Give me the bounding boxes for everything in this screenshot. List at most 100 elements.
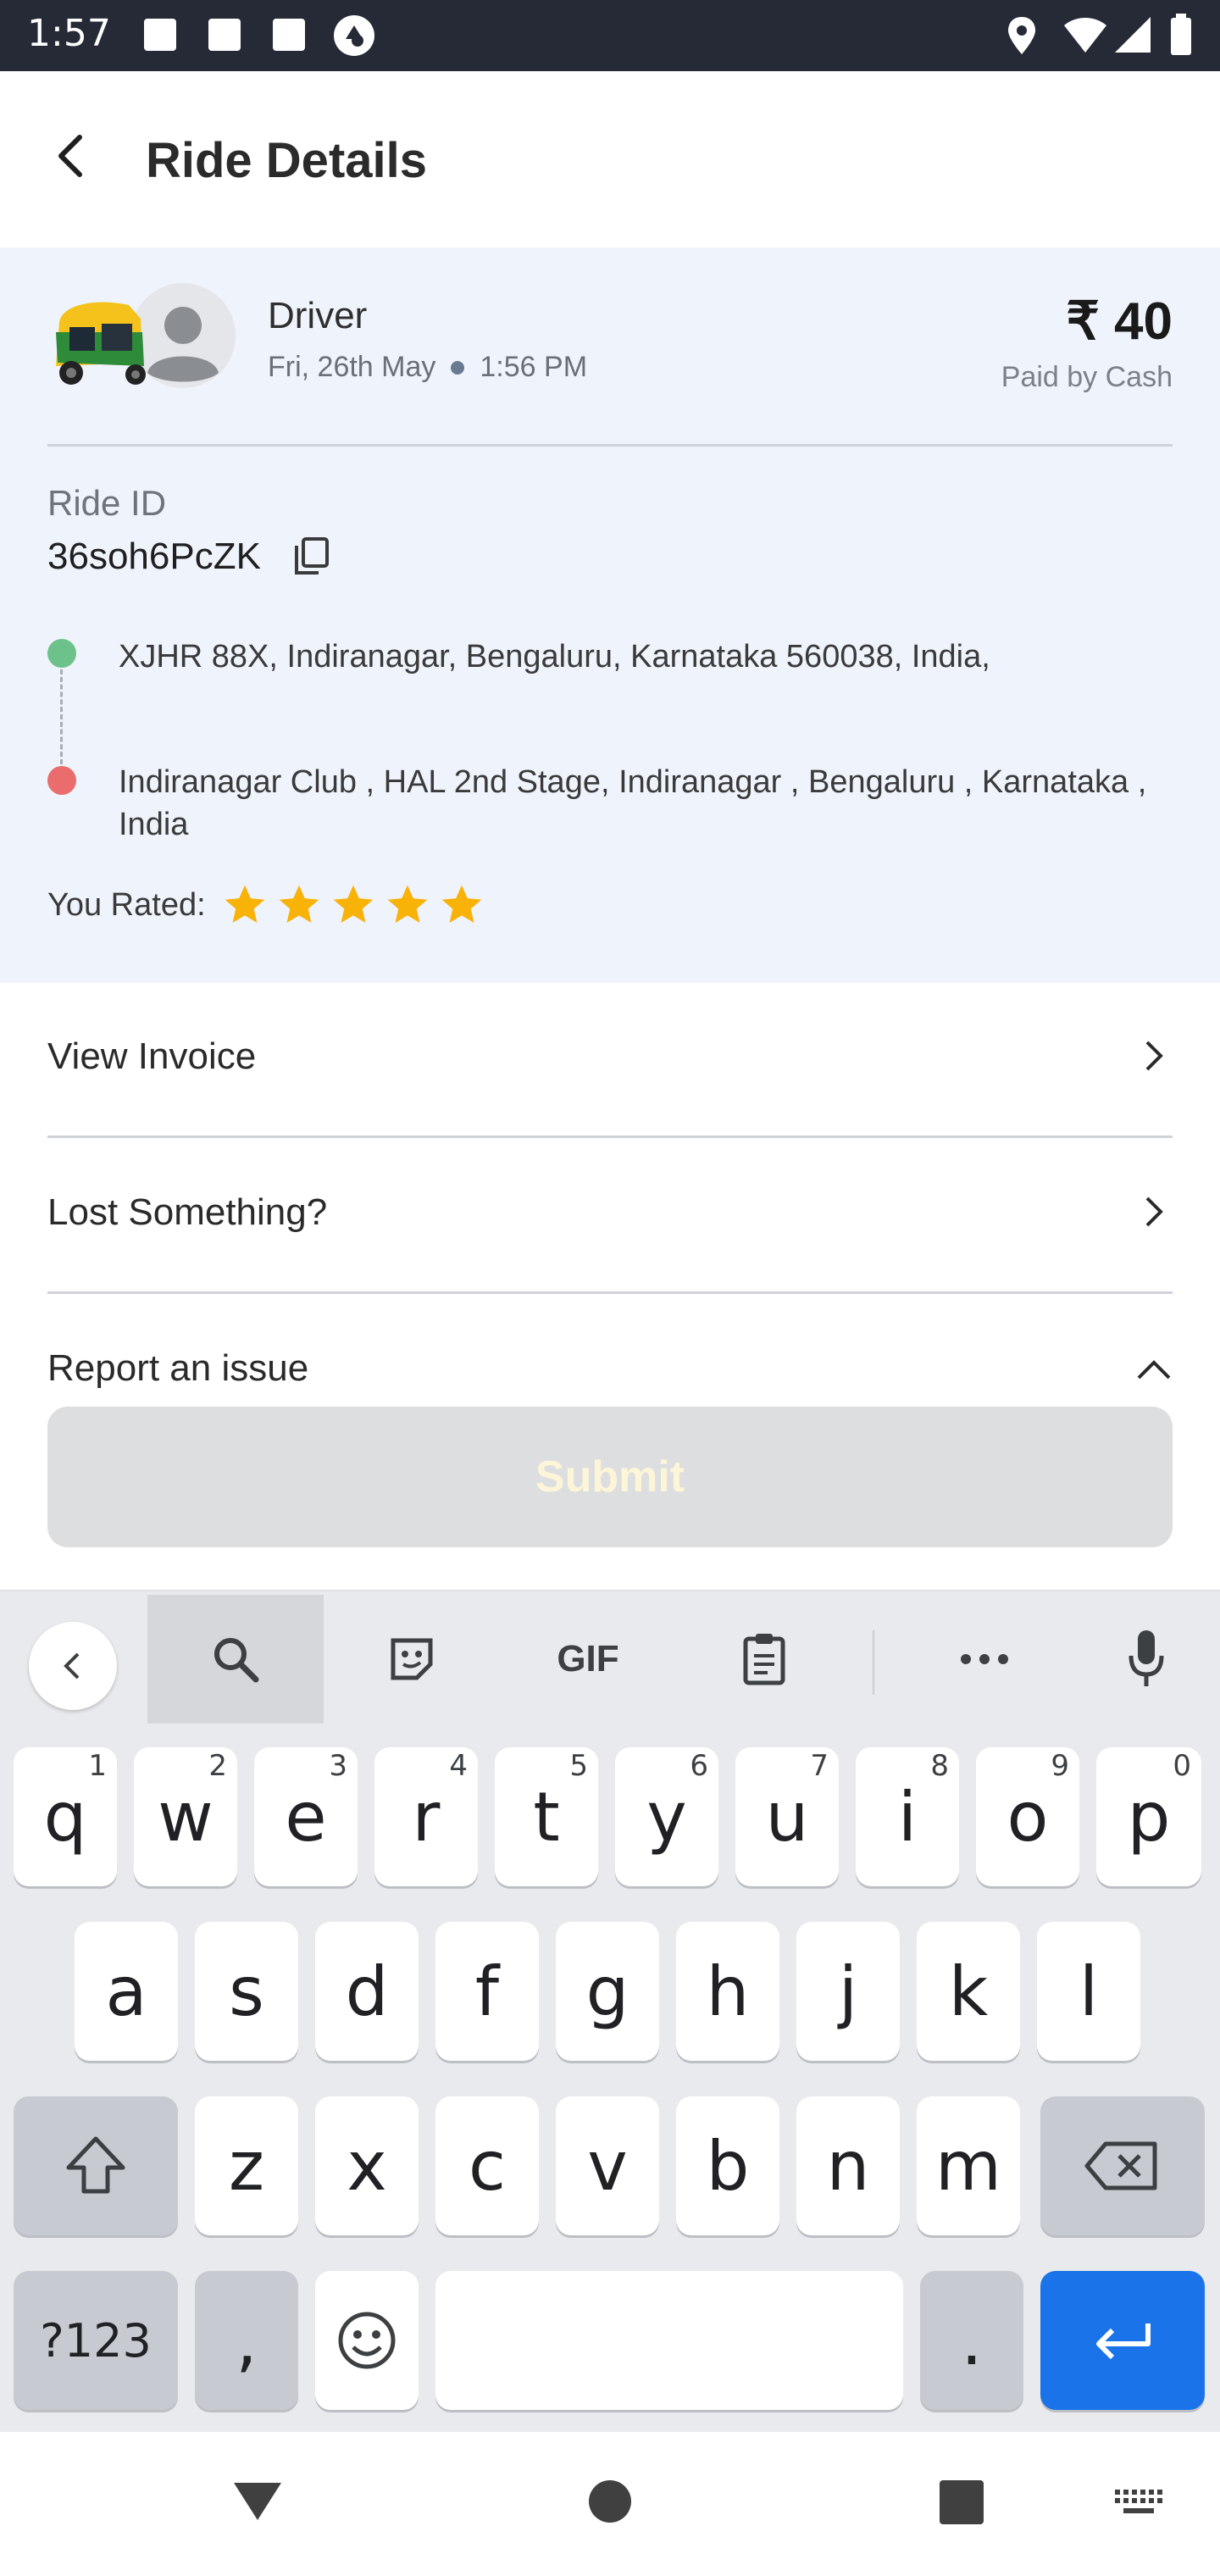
submit-button[interactable]: Submit	[47, 1407, 1173, 1547]
separator-dot	[451, 360, 465, 375]
status-bar: 1:57	[0, 0, 1220, 71]
star-icon	[333, 885, 373, 923]
notification-square-icon	[271, 17, 307, 57]
key-h[interactable]: h	[676, 1922, 779, 2061]
key-w[interactable]: w2	[134, 1747, 237, 1886]
more-icon[interactable]	[896, 1595, 1073, 1724]
key-f[interactable]: f	[435, 1922, 539, 2061]
key-s[interactable]: s	[195, 1922, 298, 2061]
collapse-icon[interactable]	[29, 1622, 117, 1710]
report-issue-label: Report an issue	[47, 1347, 309, 1389]
key-a[interactable]: a	[75, 1922, 178, 2061]
divider	[47, 444, 1173, 447]
enter-icon	[1096, 2323, 1151, 2360]
keyboard-toolbar: GIF	[0, 1591, 1220, 1727]
ride-time: 1:56 PM	[480, 351, 588, 383]
key-g[interactable]: g	[556, 1922, 659, 2061]
space-key[interactable]	[435, 2271, 903, 2410]
backspace-key[interactable]	[1040, 2096, 1205, 2235]
app-bar: Ride Details	[0, 71, 1220, 247]
shift-key[interactable]	[14, 2096, 178, 2235]
driver-avatars	[47, 281, 242, 391]
fare-amount: ₹ 40	[1066, 292, 1173, 351]
key-j[interactable]: j	[796, 1922, 900, 2061]
status-time: 1:57	[27, 12, 111, 55]
wifi-icon	[1062, 15, 1108, 58]
person-avatar-icon	[130, 283, 236, 388]
star-rating	[221, 881, 492, 929]
keyboard: GIF q1 w2 e3 r4 t5 y6 u7 i8 o9 p0 a s d …	[0, 1590, 1220, 2434]
key-e[interactable]: e3	[254, 1747, 358, 1886]
lost-something-label: Lost Something?	[47, 1191, 328, 1233]
emoji-key[interactable]	[315, 2271, 419, 2410]
key-i[interactable]: i8	[856, 1747, 959, 1886]
pickup-marker	[47, 639, 76, 668]
key-d[interactable]: d	[315, 1922, 419, 2061]
mic-icon[interactable]	[1073, 1595, 1220, 1724]
copy-icon[interactable]	[291, 536, 332, 576]
gif-label: GIF	[557, 1638, 619, 1679]
view-invoice-label: View Invoice	[47, 1035, 257, 1077]
divider	[47, 1135, 1173, 1138]
emoji-icon	[338, 2312, 396, 2369]
star-icon	[225, 885, 264, 923]
back-triangle-icon[interactable]	[230, 2478, 285, 2529]
key-v[interactable]: v	[556, 2096, 659, 2235]
ride-date: Fri, 26th May	[268, 351, 436, 383]
key-q[interactable]: q1	[14, 1747, 117, 1886]
gif-icon[interactable]: GIF	[500, 1595, 676, 1724]
key-y[interactable]: y6	[615, 1747, 718, 1886]
star-icon	[279, 885, 319, 923]
period-key[interactable]: .	[920, 2271, 1023, 2410]
notification-square-icon	[207, 17, 242, 57]
backspace-icon	[1084, 2141, 1157, 2190]
view-invoice-row[interactable]: View Invoice	[47, 983, 1173, 1135]
key-x[interactable]: x	[315, 2096, 419, 2235]
recents-square-icon[interactable]	[939, 2479, 984, 2529]
shift-icon	[66, 2136, 125, 2194]
clipboard-icon[interactable]	[676, 1595, 852, 1724]
chevron-up-icon	[1135, 1351, 1173, 1388]
enter-key[interactable]	[1040, 2271, 1205, 2410]
back-arrow-icon[interactable]	[47, 130, 98, 181]
key-z[interactable]: z	[195, 2096, 298, 2235]
toolbar-separator	[873, 1630, 874, 1695]
key-c[interactable]: c	[435, 2096, 539, 2235]
sticker-icon[interactable]	[324, 1595, 500, 1724]
pickup-address: XJHR 88X, Indiranagar, Bengaluru, Karnat…	[119, 639, 990, 675]
key-n[interactable]: n	[796, 2096, 900, 2235]
battery-icon	[1169, 14, 1193, 60]
key-l[interactable]: l	[1037, 1922, 1140, 2061]
key-m[interactable]: m	[917, 2096, 1020, 2235]
page-title: Ride Details	[146, 133, 427, 188]
key-r[interactable]: r4	[374, 1747, 478, 1886]
home-circle-icon[interactable]	[588, 2479, 632, 2528]
route-line	[60, 669, 63, 764]
star-icon	[441, 885, 481, 923]
notification-square-icon	[142, 17, 178, 57]
chevron-right-icon	[1135, 1037, 1173, 1074]
key-k[interactable]: k	[917, 1922, 1020, 2061]
report-issue-row[interactable]: Report an issue	[47, 1295, 1173, 1396]
drop-address: Indiranagar Club , HAL 2nd Stage, Indira…	[119, 764, 1147, 842]
auto-rickshaw-icon	[56, 302, 146, 385]
ride-datetime: Fri, 26th May 1:56 PM	[268, 351, 587, 384]
comma-key[interactable]: ,	[195, 2271, 298, 2410]
ride-summary-card: Driver Fri, 26th May 1:56 PM ₹ 40 Paid b…	[0, 247, 1220, 983]
navigation-bar	[0, 2432, 1220, 2576]
symbols-key[interactable]: ?123	[14, 2271, 178, 2410]
divider	[47, 1291, 1173, 1294]
lost-something-row[interactable]: Lost Something?	[47, 1139, 1173, 1291]
drop-marker	[47, 766, 76, 795]
key-t[interactable]: t5	[495, 1747, 598, 1886]
key-p[interactable]: p0	[1096, 1747, 1201, 1886]
driver-name: Driver	[268, 295, 368, 336]
search-icon[interactable]	[147, 1595, 324, 1724]
location-icon	[1005, 15, 1039, 60]
payment-method: Paid by Cash	[1001, 361, 1173, 393]
key-u[interactable]: u7	[735, 1747, 839, 1886]
keyboard-switch-icon[interactable]	[1113, 2486, 1164, 2524]
key-b[interactable]: b	[676, 2096, 779, 2235]
app-circle-icon	[332, 14, 376, 62]
key-o[interactable]: o9	[976, 1747, 1079, 1886]
